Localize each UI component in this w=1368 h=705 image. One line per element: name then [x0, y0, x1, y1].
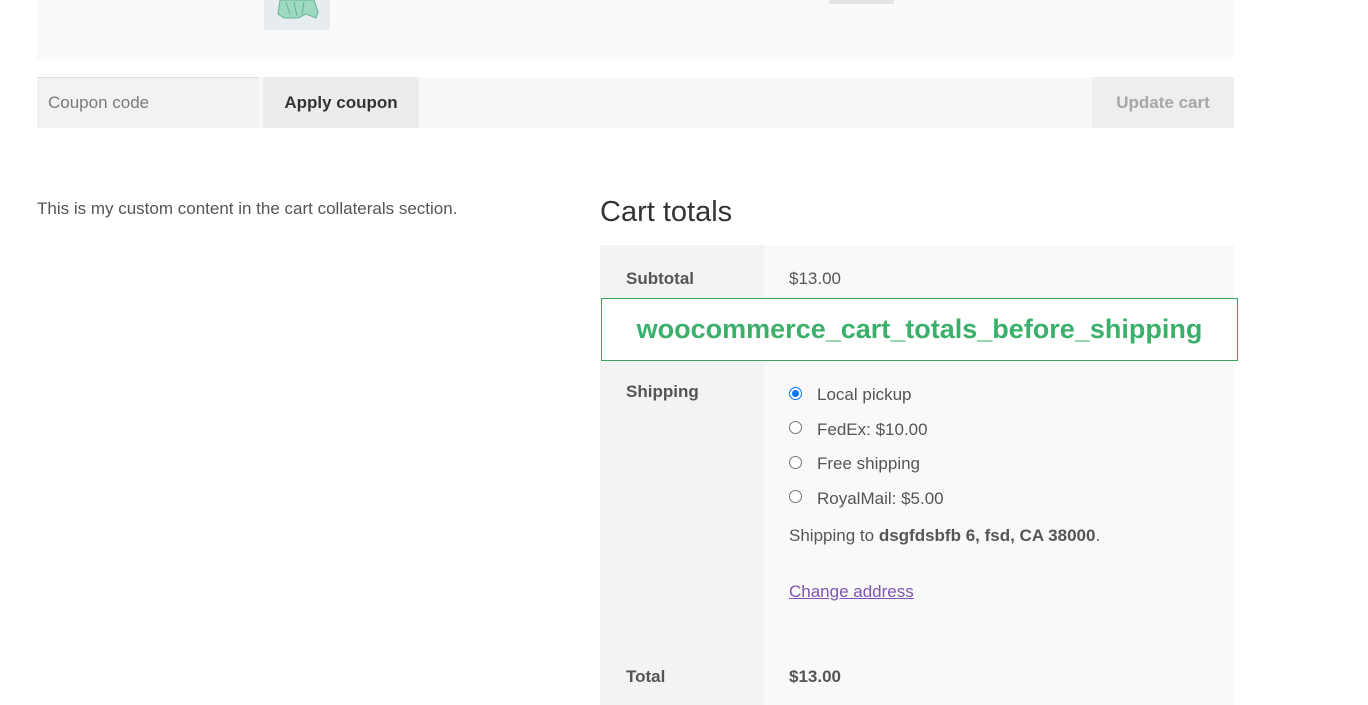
total-value-cell: $13.00	[764, 641, 1234, 705]
subtotal-label-cell: Subtotal	[600, 245, 764, 298]
shipping-label-cell: Shipping	[600, 362, 764, 641]
shipping-option-label[interactable]: Local pickup	[817, 385, 912, 405]
subtotal-label: Subtotal	[626, 269, 694, 288]
radio-button[interactable]	[789, 455, 802, 469]
shipping-address: dsgfdsbfb 6, fsd, CA 38000	[878, 526, 1096, 545]
shipping-label: Shipping	[626, 382, 699, 401]
quantity-field[interactable]	[829, 0, 894, 4]
cart-collaterals-custom-content: This is my custom content in the cart co…	[37, 199, 458, 218]
total-value: $13.00	[789, 667, 841, 686]
subtotal-value: $13.00	[789, 269, 841, 288]
product-thumbnail[interactable]	[264, 0, 330, 30]
hook-marker: woocommerce_cart_totals_before_shipping	[601, 298, 1238, 361]
hoodie-icon	[277, 0, 319, 19]
shipping-methods-list: Local pickup FedEx: $10.00 Free shipping…	[789, 378, 944, 516]
subtotal-row: Subtotal $13.00	[600, 245, 1234, 298]
shipping-option[interactable]: Free shipping	[789, 447, 944, 482]
coupon-code-input[interactable]	[37, 77, 259, 128]
shipping-option-label[interactable]: RoyalMail: $5.00	[817, 489, 944, 509]
subtotal-value-cell: $13.00	[764, 245, 1234, 298]
total-label: Total	[626, 667, 666, 686]
radio-button[interactable]	[789, 421, 802, 435]
hook-row: woocommerce_cart_totals_before_shipping	[600, 298, 1238, 362]
shipping-value-cell: Local pickup FedEx: $10.00 Free shipping…	[764, 362, 1234, 641]
shipping-to-prefix: Shipping to	[789, 526, 875, 545]
shipping-row: Shipping Local pickup FedEx: $10.00 Free…	[600, 362, 1234, 641]
cart-totals-title: Cart totals	[600, 196, 733, 228]
cart-actions-bar: Apply coupon Update cart	[37, 77, 1234, 128]
shipping-option[interactable]: FedEx: $10.00	[789, 413, 944, 448]
total-label-cell: Total	[600, 641, 764, 705]
apply-coupon-button[interactable]: Apply coupon	[263, 77, 419, 128]
shipping-to-suffix: .	[1095, 526, 1101, 545]
cart-page: Apply coupon Update cart This is my cust…	[0, 0, 1368, 705]
change-address-link[interactable]: Change address	[789, 582, 914, 602]
cart-item-row	[37, 0, 1234, 59]
shipping-destination: Shipping to dsgfdsbfb 6, fsd, CA 38000.	[789, 526, 1100, 546]
total-row: Total $13.00	[600, 641, 1234, 705]
shipping-option-label[interactable]: Free shipping	[817, 454, 920, 474]
shipping-option-label[interactable]: FedEx: $10.00	[817, 420, 928, 440]
radio-button[interactable]	[789, 490, 802, 504]
cart-totals-table: Subtotal $13.00 woocommerce_cart_totals_…	[600, 245, 1238, 705]
shipping-option[interactable]: RoyalMail: $5.00	[789, 482, 944, 517]
radio-button-selected[interactable]	[789, 386, 802, 400]
update-cart-button[interactable]: Update cart	[1092, 77, 1234, 128]
shipping-option[interactable]: Local pickup	[789, 378, 944, 413]
